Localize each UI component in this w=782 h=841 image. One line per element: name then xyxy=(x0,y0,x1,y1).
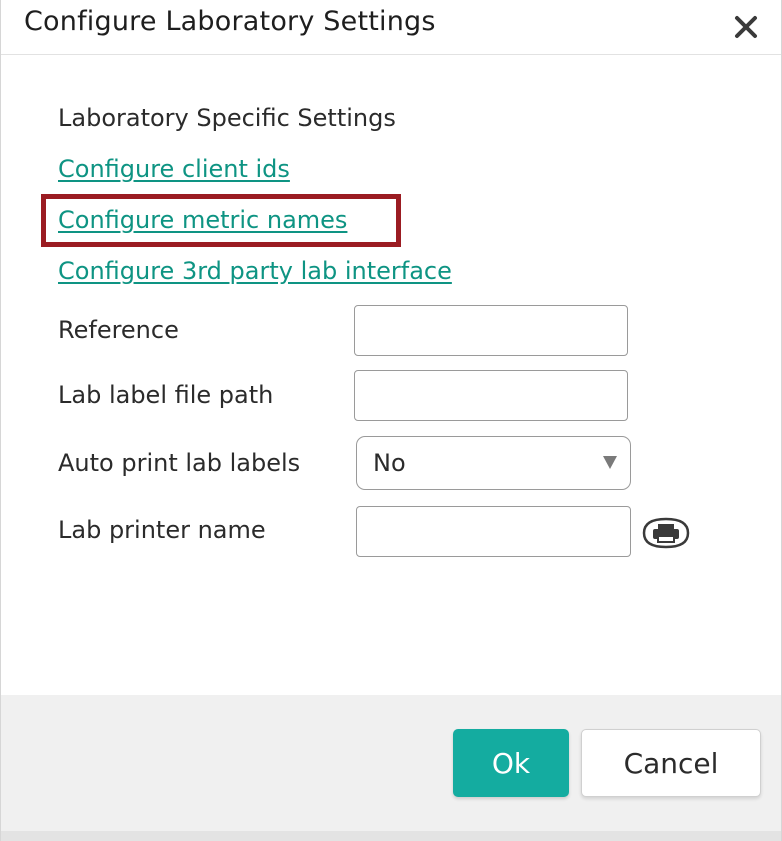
dialog-footer: Ok Cancel xyxy=(1,695,781,831)
printer-icon xyxy=(642,517,690,549)
reference-label: Reference xyxy=(58,316,179,344)
lab-printer-name-label: Lab printer name xyxy=(58,516,266,544)
auto-print-selected-value: No xyxy=(373,449,406,477)
section-heading: Laboratory Specific Settings xyxy=(58,104,396,132)
dialog-body: Laboratory Specific Settings Configure c… xyxy=(1,55,781,695)
close-icon xyxy=(735,16,757,38)
auto-print-lab-labels-select[interactable]: No xyxy=(356,436,631,490)
printer-button[interactable] xyxy=(641,515,691,551)
dialog-title: Configure Laboratory Settings xyxy=(24,6,436,37)
close-button[interactable] xyxy=(733,14,759,40)
lab-printer-name-input[interactable] xyxy=(356,506,631,557)
configure-3rd-party-lab-interface-link[interactable]: Configure 3rd party lab interface xyxy=(58,257,452,285)
lab-label-file-path-label: Lab label file path xyxy=(58,381,274,409)
ok-button[interactable]: Ok xyxy=(453,729,569,797)
auto-print-lab-labels-label: Auto print lab labels xyxy=(58,449,301,477)
cancel-button[interactable]: Cancel xyxy=(581,729,761,797)
footer-bottom-edge xyxy=(1,831,781,841)
configure-lab-settings-dialog: Configure Laboratory Settings Laboratory… xyxy=(0,0,782,841)
configure-metric-names-link[interactable]: Configure metric names xyxy=(58,206,347,234)
dialog-header: Configure Laboratory Settings xyxy=(1,0,781,55)
reference-input[interactable] xyxy=(354,305,628,356)
dropdown-arrow-icon xyxy=(603,456,617,469)
configure-client-ids-link[interactable]: Configure client ids xyxy=(58,155,290,183)
lab-label-file-path-input[interactable] xyxy=(354,370,628,421)
